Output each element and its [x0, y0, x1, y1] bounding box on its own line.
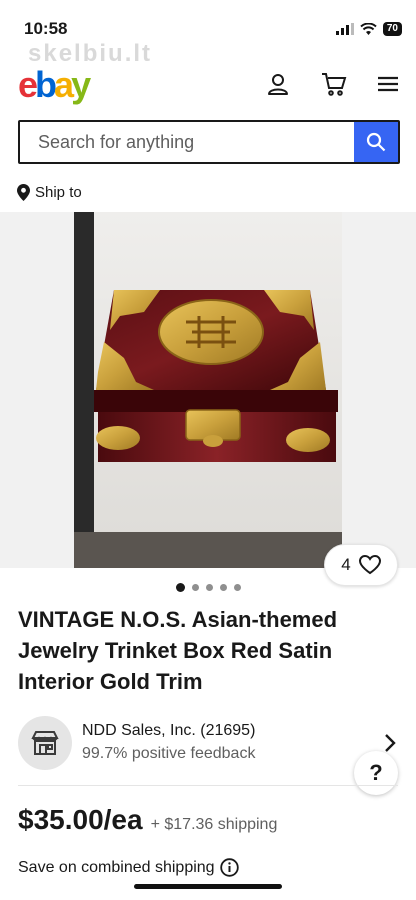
listing-title: VINTAGE N.O.S. Asian-themed Jewelry Trin…: [18, 607, 338, 694]
status-time: 10:58: [24, 19, 68, 38]
pagination-dot-5[interactable]: [233, 584, 241, 591]
watch-count: 4: [341, 555, 351, 574]
item-price: $35.00/ea: [18, 804, 143, 835]
seller-card[interactable]: NDD Sales, Inc. (21695) 99.7% positive f…: [18, 716, 400, 770]
search-icon: [366, 132, 386, 152]
search-bar: [18, 120, 400, 164]
watch-button[interactable]: 4: [324, 544, 398, 586]
pagination-dot-4[interactable]: [219, 584, 227, 591]
info-icon[interactable]: [219, 858, 239, 877]
search-input[interactable]: [20, 122, 354, 162]
chevron-right-icon[interactable]: [384, 733, 396, 753]
combined-shipping-label: Save on combined shipping: [18, 858, 215, 876]
image-pagination[interactable]: [0, 583, 416, 592]
combined-shipping[interactable]: Save on combined shipping: [18, 858, 239, 877]
ship-to-label: Ship to: [35, 184, 82, 201]
seller-feedback: 99.7% positive feedback: [82, 745, 256, 762]
cart-icon[interactable]: [320, 70, 348, 98]
status-icons: 70: [335, 22, 402, 36]
pagination-dot-1[interactable]: [175, 583, 185, 592]
store-icon: [18, 716, 72, 770]
account-icon[interactable]: [264, 70, 292, 98]
product-photo[interactable]: [74, 212, 342, 568]
image-gallery[interactable]: [0, 212, 416, 568]
ebay-logo[interactable]: ebay: [18, 64, 91, 106]
header: ebay: [0, 60, 416, 108]
seller-name[interactable]: NDD Sales, Inc. (21695): [82, 722, 255, 740]
pagination-dot-2[interactable]: [191, 584, 199, 591]
price-row: $35.00/ea + $17.36 shipping: [18, 804, 277, 836]
location-pin-icon: [17, 184, 30, 201]
menu-icon[interactable]: [374, 70, 402, 98]
ship-to[interactable]: Ship to: [17, 184, 82, 201]
help-button[interactable]: ?: [354, 751, 398, 795]
battery-icon: 70: [382, 22, 402, 36]
divider: [18, 785, 398, 786]
heart-icon: [358, 555, 381, 575]
cellular-signal-icon: [335, 23, 354, 35]
wifi-icon: [360, 23, 377, 35]
home-indicator: [134, 884, 282, 889]
search-button[interactable]: [354, 122, 398, 162]
shipping-cost: + $17.36 shipping: [150, 816, 278, 833]
pagination-dot-3[interactable]: [205, 584, 213, 591]
